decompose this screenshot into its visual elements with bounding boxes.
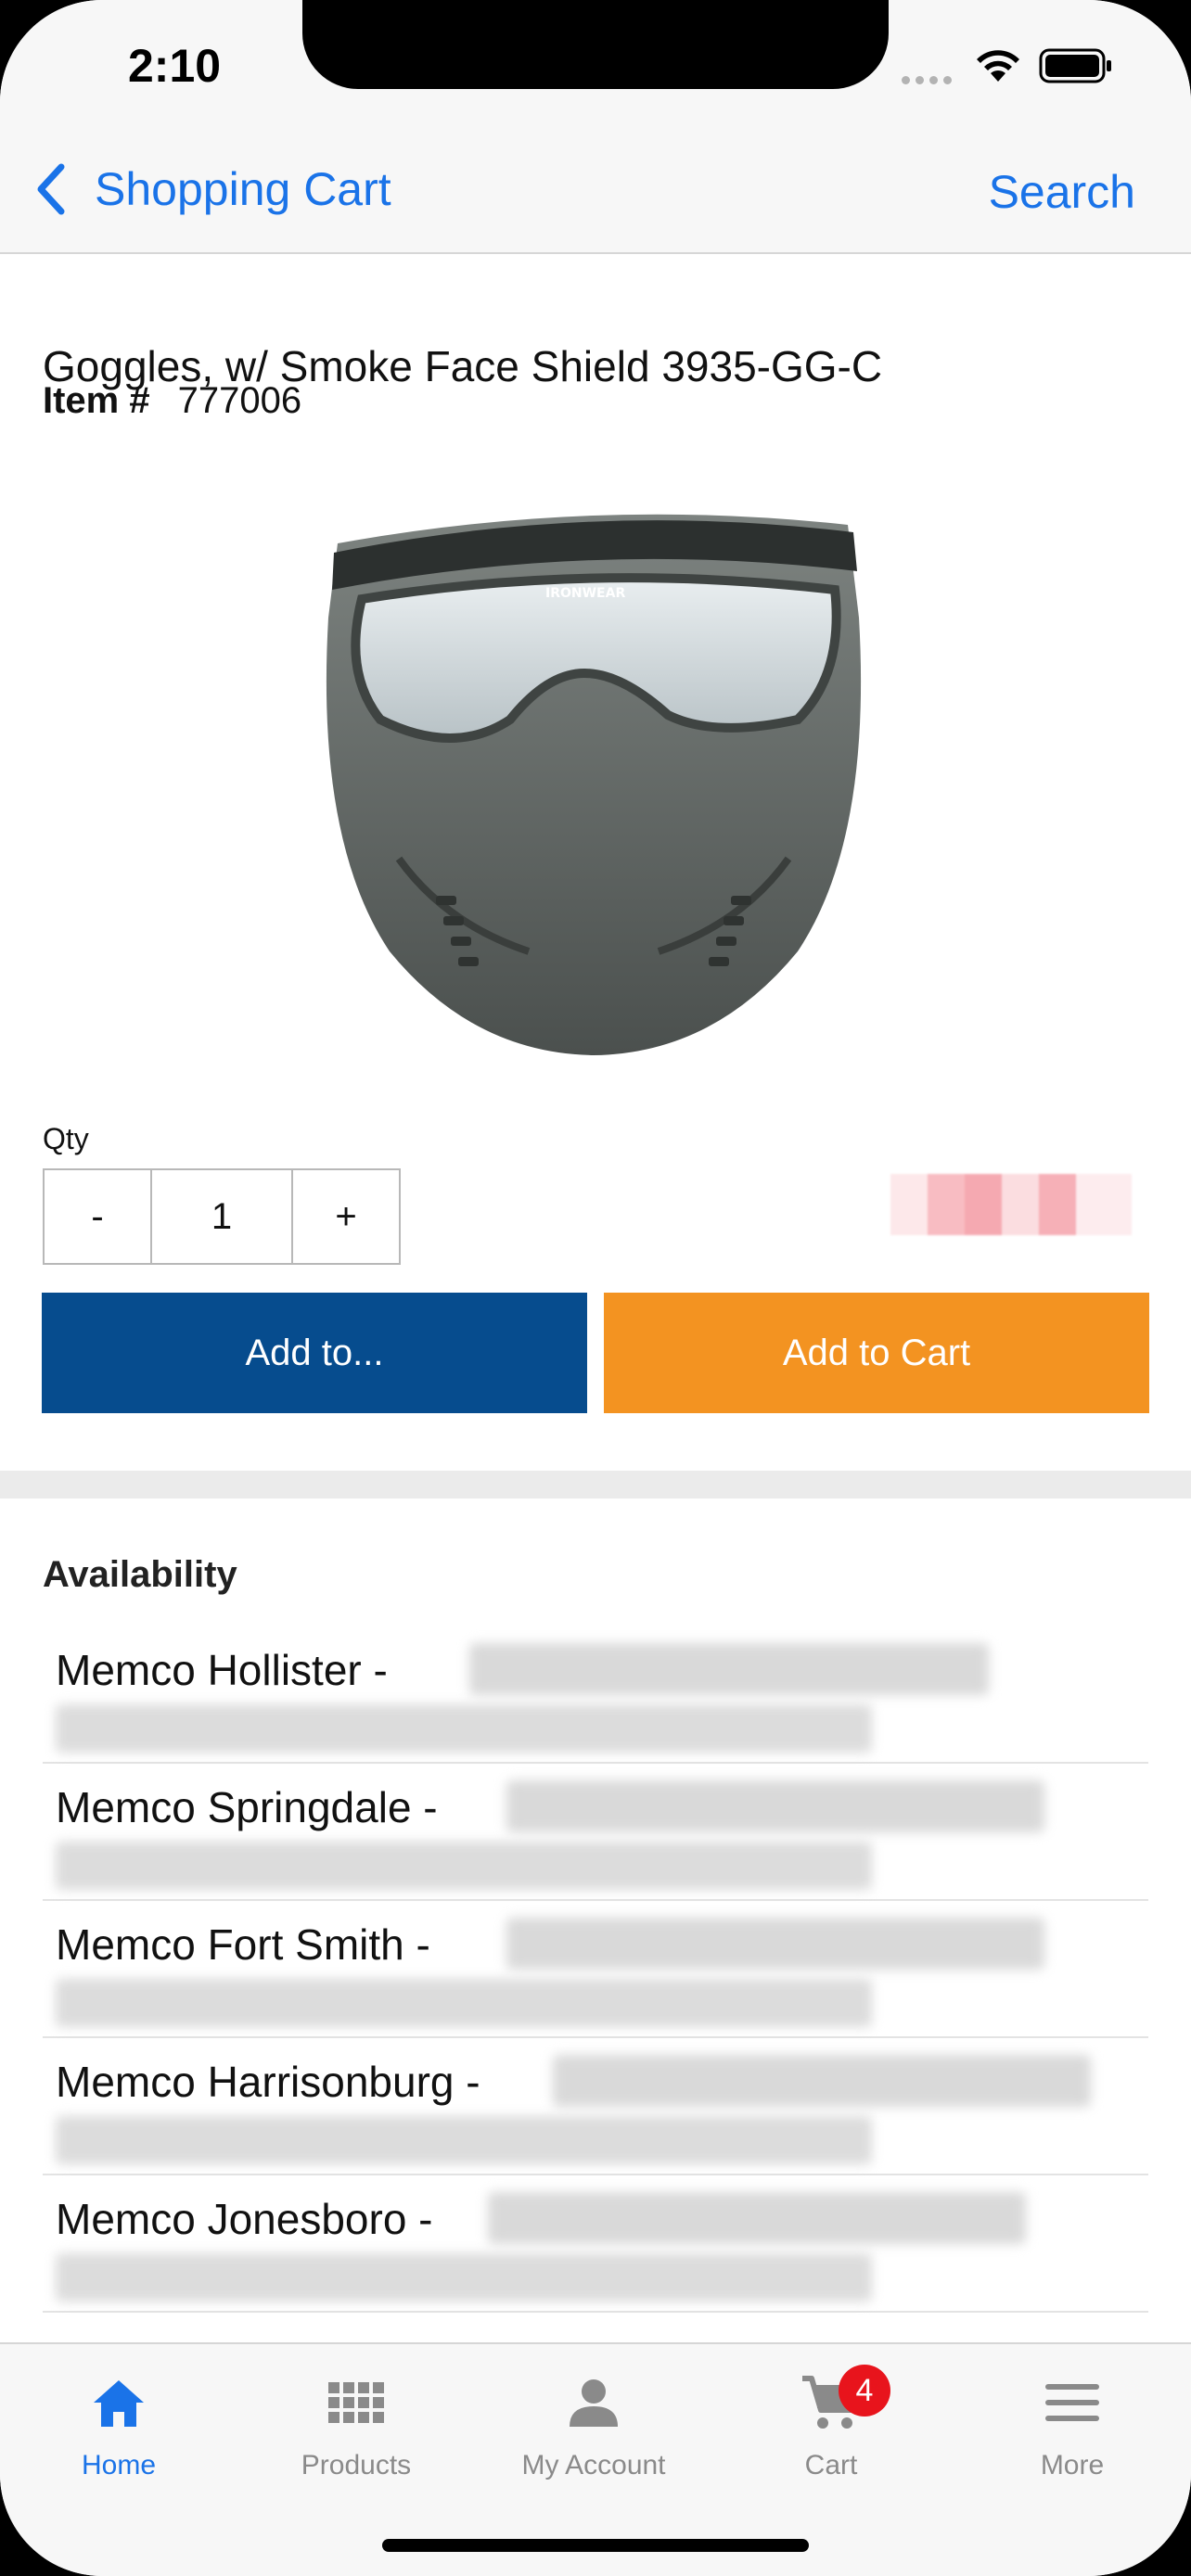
item-number-line: Item # 777006 <box>43 380 301 422</box>
availability-row: Memco Harrisonburg - <box>43 2038 1148 2175</box>
chevron-left-icon <box>37 163 65 215</box>
product-brand-logo: IRONWEAR <box>545 586 625 601</box>
redacted-shipping-note <box>56 2253 872 2302</box>
battery-icon <box>1039 48 1111 83</box>
redacted-stock-status <box>553 2055 1091 2107</box>
availability-list: Memco Hollister - Memco Springdale - Mem… <box>43 1626 1148 2313</box>
availability-row: Memco Hollister - <box>43 1626 1148 1764</box>
cellular-signal-icon <box>902 76 952 84</box>
tab-label: Home <box>81 2450 157 2480</box>
location-name: Memco Harrisonburg - <box>56 2058 480 2106</box>
add-to-list-button[interactable]: Add to... <box>42 1293 587 1413</box>
redacted-shipping-note <box>56 1842 872 1890</box>
product-image: IRONWEAR <box>326 514 862 1055</box>
notch <box>302 0 889 89</box>
redacted-stock-status <box>469 1643 989 1695</box>
product-detail: Goggles, w/ Smoke Face Shield 3935-GG-C … <box>0 256 1191 2342</box>
availability-row: Memco Jonesboro - <box>43 2175 1148 2313</box>
quantity-increment-button[interactable]: + <box>293 1170 399 1263</box>
redacted-shipping-note <box>56 1979 872 2027</box>
tab-cart[interactable]: 4 Cart <box>712 2365 950 2481</box>
redacted-shipping-note <box>56 2116 872 2164</box>
search-button[interactable]: Search <box>989 165 1135 219</box>
status-time: 2:10 <box>128 40 222 92</box>
tab-label: Cart <box>804 2450 858 2480</box>
cart-count-badge: 4 <box>839 2365 890 2417</box>
location-name: Memco Springdale - <box>56 1783 438 1831</box>
availability-row: Memco Springdale - <box>43 1764 1148 1901</box>
redacted-stock-status <box>506 1918 1044 1970</box>
tab-label: Products <box>301 2450 412 2480</box>
tab-my-account[interactable]: My Account <box>475 2370 712 2481</box>
quantity-input[interactable]: 1 <box>152 1170 293 1263</box>
price-redacted <box>890 1174 1132 1235</box>
quantity-decrement-button[interactable]: - <box>45 1170 152 1263</box>
redacted-stock-status <box>488 2192 1026 2244</box>
add-to-cart-button[interactable]: Add to Cart <box>604 1293 1149 1413</box>
tab-home[interactable]: Home <box>0 2370 237 2481</box>
availability-row: Memco Fort Smith - <box>43 1901 1148 2038</box>
item-number-value: 777006 <box>177 380 302 421</box>
phone-screen: 2:10 Shopping Cart Search Goggles, w/ Sm… <box>0 0 1191 2576</box>
quantity-label: Qty <box>43 1122 89 1155</box>
redacted-shipping-note <box>56 1704 872 1753</box>
back-button-label: Shopping Cart <box>95 163 391 215</box>
location-name: Memco Fort Smith - <box>56 1920 430 1969</box>
tab-label: My Account <box>521 2450 666 2480</box>
tab-label: More <box>1040 2450 1105 2480</box>
back-button[interactable]: Shopping Cart <box>33 161 391 217</box>
item-number-label: Item # <box>43 380 150 421</box>
section-divider <box>0 1471 1191 1498</box>
status-bar: 2:10 <box>0 0 1191 139</box>
home-indicator[interactable] <box>382 2539 809 2552</box>
menu-icon <box>1045 2384 1099 2421</box>
wifi-icon <box>977 50 1019 82</box>
person-icon <box>570 2379 618 2427</box>
home-icon <box>94 2380 144 2427</box>
redacted-stock-status <box>506 1780 1044 1832</box>
tab-more[interactable]: More <box>954 2370 1191 2481</box>
location-name: Memco Hollister - <box>56 1646 388 1694</box>
quantity-stepper: - 1 + <box>43 1168 401 1265</box>
grid-icon <box>328 2382 384 2423</box>
location-name: Memco Jonesboro - <box>56 2195 433 2243</box>
navigation-bar: Shopping Cart Search <box>0 139 1191 254</box>
tab-products[interactable]: Products <box>237 2370 475 2481</box>
availability-heading: Availability <box>43 1554 237 1595</box>
